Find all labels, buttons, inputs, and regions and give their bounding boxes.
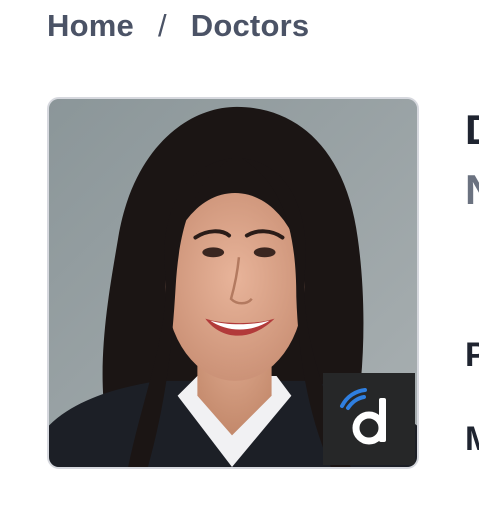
breadcrumb: Home / Doctors bbox=[47, 4, 309, 48]
breadcrumb-doctors-link[interactable]: Doctors bbox=[191, 8, 310, 44]
doctor-profile-page: Home / Doctors P bbox=[0, 0, 479, 512]
doctor-name-secondary-fragment: N bbox=[465, 166, 479, 214]
doctor-name-fragment: D bbox=[465, 106, 479, 154]
breadcrumb-separator: / bbox=[157, 8, 167, 43]
profile-detail-fragment-2: M bbox=[465, 420, 479, 459]
doctor-photo-card bbox=[47, 97, 419, 469]
breadcrumb-home-link[interactable]: Home bbox=[47, 8, 134, 44]
profile-detail-fragment: P bbox=[465, 336, 479, 374]
doximity-badge bbox=[323, 373, 415, 465]
doximity-d-icon bbox=[340, 388, 386, 445]
